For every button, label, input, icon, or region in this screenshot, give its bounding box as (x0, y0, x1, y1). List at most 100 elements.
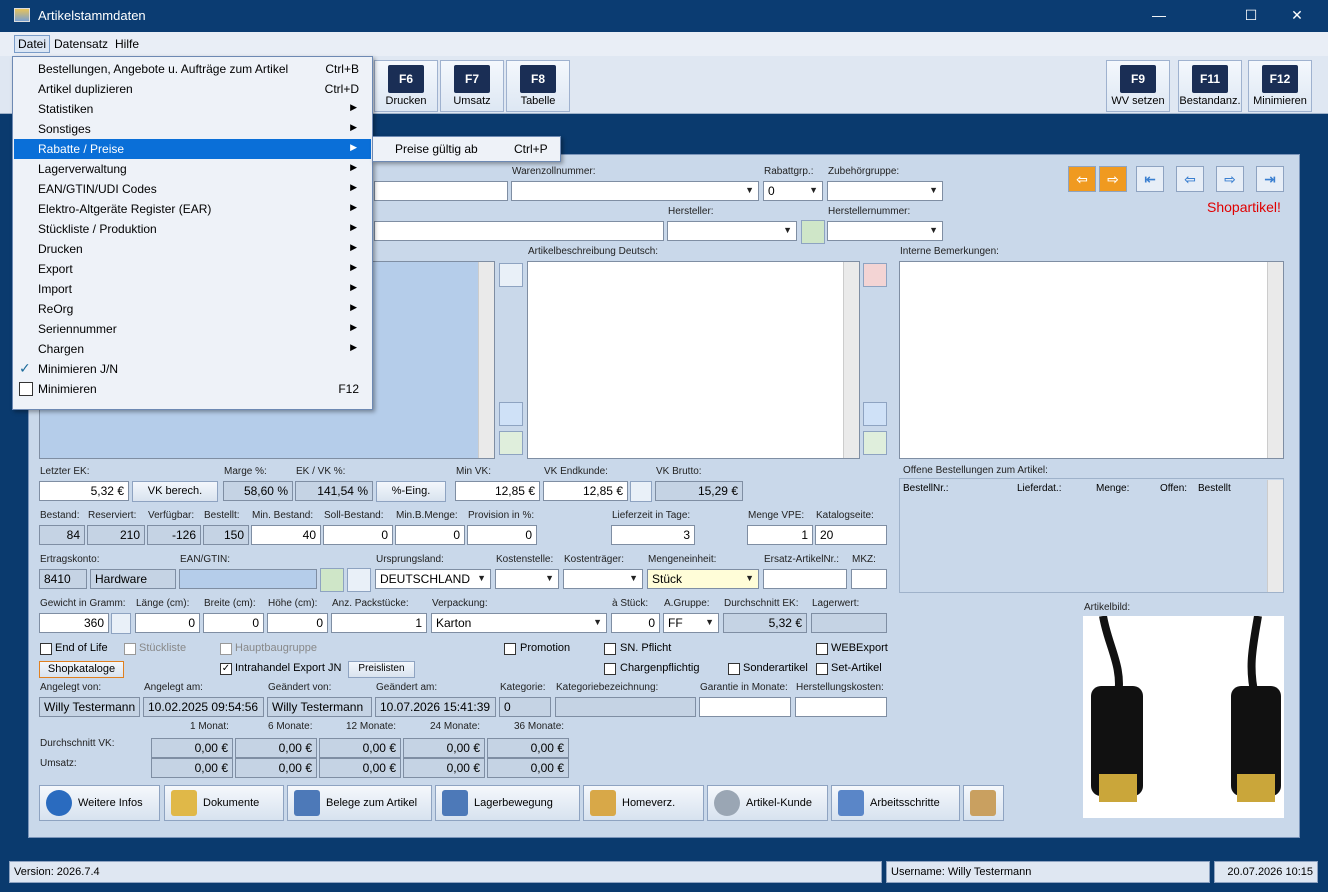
menu-item-chargen[interactable]: Chargen ▶ (14, 339, 371, 359)
menu-item-ear[interactable]: Elektro-Altgeräte Register (EAR) ▶ (14, 199, 371, 219)
menu-item-bestellungen[interactable]: Bestellungen, Angebote u. Aufträge zum A… (14, 59, 371, 79)
verpackung-combo[interactable]: Karton (431, 613, 607, 633)
menu-item-export[interactable]: Export ▶ (14, 259, 371, 279)
kostenstelle-combo[interactable] (495, 569, 559, 589)
menu-item-rabatte-preise[interactable]: Rabatte / Preise ▶ (14, 139, 371, 159)
ursprungsland-combo[interactable]: DEUTSCHLAND (375, 569, 491, 589)
garantie-field[interactable] (699, 697, 791, 717)
hoehe-field[interactable]: 0 (267, 613, 328, 633)
next-orange-icon[interactable]: ⇨ (1099, 166, 1127, 192)
f8-tabelle-button[interactable]: F8 Tabelle (506, 60, 570, 112)
sonder-checkbox[interactable] (728, 663, 740, 675)
menu-item-duplizieren[interactable]: Artikel duplizieren Ctrl+D (14, 79, 371, 99)
f7-umsatz-button[interactable]: F7 Umsatz (440, 60, 504, 112)
set-checkbox[interactable] (816, 663, 828, 675)
ersatz-field[interactable] (763, 569, 847, 589)
menu-item-seriennummer[interactable]: Seriennummer ▶ (14, 319, 371, 339)
col-lieferdat[interactable]: Lieferdat.: (1017, 483, 1061, 494)
edit-icon-2[interactable] (863, 431, 887, 455)
col-menge[interactable]: Menge: (1096, 483, 1129, 494)
intrahandel-checkbox[interactable]: ✓ (220, 663, 232, 675)
laenge-field[interactable]: 0 (135, 613, 200, 633)
col-bestellt[interactable]: Bestellt (1198, 483, 1231, 494)
prev-record-icon[interactable]: ⇦ (1176, 166, 1204, 192)
herstellungskosten-field[interactable] (795, 697, 887, 717)
mengeneinheit-combo[interactable]: Stück (647, 569, 759, 589)
interne-memo[interactable] (899, 261, 1284, 459)
f12-minimize-button[interactable]: F12 Minimieren (1248, 60, 1312, 112)
herstellernr-combo[interactable] (827, 221, 943, 241)
menu-item-statistiken[interactable]: Statistiken ▶ (14, 99, 371, 119)
memo3-scrollbar[interactable] (1267, 262, 1283, 458)
f11-bestand-button[interactable]: F11 Bestandanz. (1178, 60, 1242, 112)
warenzoll-combo[interactable] (511, 181, 759, 201)
flag-uk-icon[interactable] (863, 263, 887, 287)
letzter-ek-field[interactable]: 5,32 € (39, 481, 129, 501)
zubehoer-combo[interactable] (827, 181, 943, 201)
chargen-checkbox[interactable] (604, 663, 616, 675)
col-offen[interactable]: Offen: (1160, 483, 1187, 494)
menu-item-stueckliste[interactable]: Stückliste / Produktion ▶ (14, 219, 371, 239)
clipboard-button[interactable] (963, 785, 1004, 821)
ean-add-icon[interactable] (320, 568, 344, 592)
arbeitsschritte-button[interactable]: Arbeitsschritte (831, 785, 960, 821)
menu-datensatz[interactable]: Datensatz (51, 36, 111, 52)
agruppe-combo[interactable]: FF (663, 613, 719, 633)
f6-print-button[interactable]: F6 Drucken (374, 60, 438, 112)
hersteller-add-icon[interactable] (801, 220, 825, 244)
weight-calc-icon[interactable] (111, 613, 131, 634)
minbmenge-field[interactable]: 0 (395, 525, 465, 545)
beschr-de-memo[interactable] (527, 261, 860, 459)
next-record-icon[interactable]: ⇨ (1216, 166, 1244, 192)
menu-item-drucken[interactable]: Drucken ▶ (14, 239, 371, 259)
dokumente-button[interactable]: Dokumente (164, 785, 284, 821)
rabattgrp-combo[interactable]: 0 (763, 181, 823, 201)
maximize-button[interactable]: ☐ (1228, 0, 1274, 32)
memo1-scrollbar[interactable] (478, 262, 494, 458)
menu-hilfe[interactable]: Hilfe (112, 36, 142, 52)
orders-scrollbar[interactable] (1267, 480, 1283, 592)
belege-button[interactable]: Belege zum Artikel (287, 785, 432, 821)
katalogseite-field[interactable]: 20 (815, 525, 887, 545)
mkz-field[interactable] (851, 569, 887, 589)
memo2-scrollbar[interactable] (843, 262, 859, 458)
pack-field[interactable]: 1 (331, 613, 427, 633)
artikel-field[interactable] (374, 181, 508, 201)
vk-berech-button[interactable]: VK berech. (132, 481, 218, 502)
menu-item-sonstiges[interactable]: Sonstiges ▶ (14, 119, 371, 139)
ean-field[interactable] (179, 569, 317, 589)
preislisten-button[interactable]: Preislisten (348, 661, 415, 678)
menu-item-reorg[interactable]: ReOrg ▶ (14, 299, 371, 319)
menu-datei[interactable]: Datei (14, 35, 51, 53)
prozent-eing-button[interactable]: %-Eing. (376, 481, 446, 502)
minvk-field[interactable]: 12,85 € (455, 481, 540, 501)
translate-icon-2[interactable] (863, 402, 887, 426)
edit-icon-1[interactable] (499, 431, 523, 455)
weitere-infos-button[interactable]: Weitere Infos (39, 785, 160, 821)
provision-field[interactable]: 0 (467, 525, 537, 545)
minimize-button[interactable]: — (1136, 0, 1182, 32)
last-record-icon[interactable]: ⇥ (1256, 166, 1284, 192)
gewicht-field[interactable]: 360 (39, 613, 109, 633)
snpflicht-checkbox[interactable] (604, 643, 616, 655)
menu-item-lagerverwaltung[interactable]: Lagerverwaltung ▶ (14, 159, 371, 179)
shopkataloge-button[interactable]: Shopkataloge (39, 661, 124, 678)
menu-item-ean-codes[interactable]: EAN/GTIN/UDI Codes ▶ (14, 179, 371, 199)
prev-orange-icon[interactable]: ⇦ (1068, 166, 1096, 192)
minbestand-field[interactable]: 40 (251, 525, 321, 545)
first-record-icon[interactable]: ⇤ (1136, 166, 1164, 192)
menu-item-minimieren-jn[interactable]: ✓ Minimieren J/N (14, 359, 371, 379)
hersteller-combo[interactable] (667, 221, 797, 241)
endoflife-checkbox[interactable] (40, 643, 52, 655)
promotion-checkbox[interactable] (504, 643, 516, 655)
artikel-kunde-button[interactable]: Artikel-Kunde (707, 785, 828, 821)
vkend-field[interactable]: 12,85 € (543, 481, 628, 501)
webexport-checkbox[interactable] (816, 643, 828, 655)
astueck-field[interactable]: 0 (611, 613, 660, 633)
copy-icon[interactable] (499, 263, 523, 287)
breite-field[interactable]: 0 (203, 613, 264, 633)
mengevpe-field[interactable]: 1 (747, 525, 813, 545)
col-bestellnr[interactable]: BestellNr.: (903, 483, 949, 494)
lieferzeit-field[interactable]: 3 (611, 525, 695, 545)
artikel-name-field[interactable] (374, 221, 664, 241)
